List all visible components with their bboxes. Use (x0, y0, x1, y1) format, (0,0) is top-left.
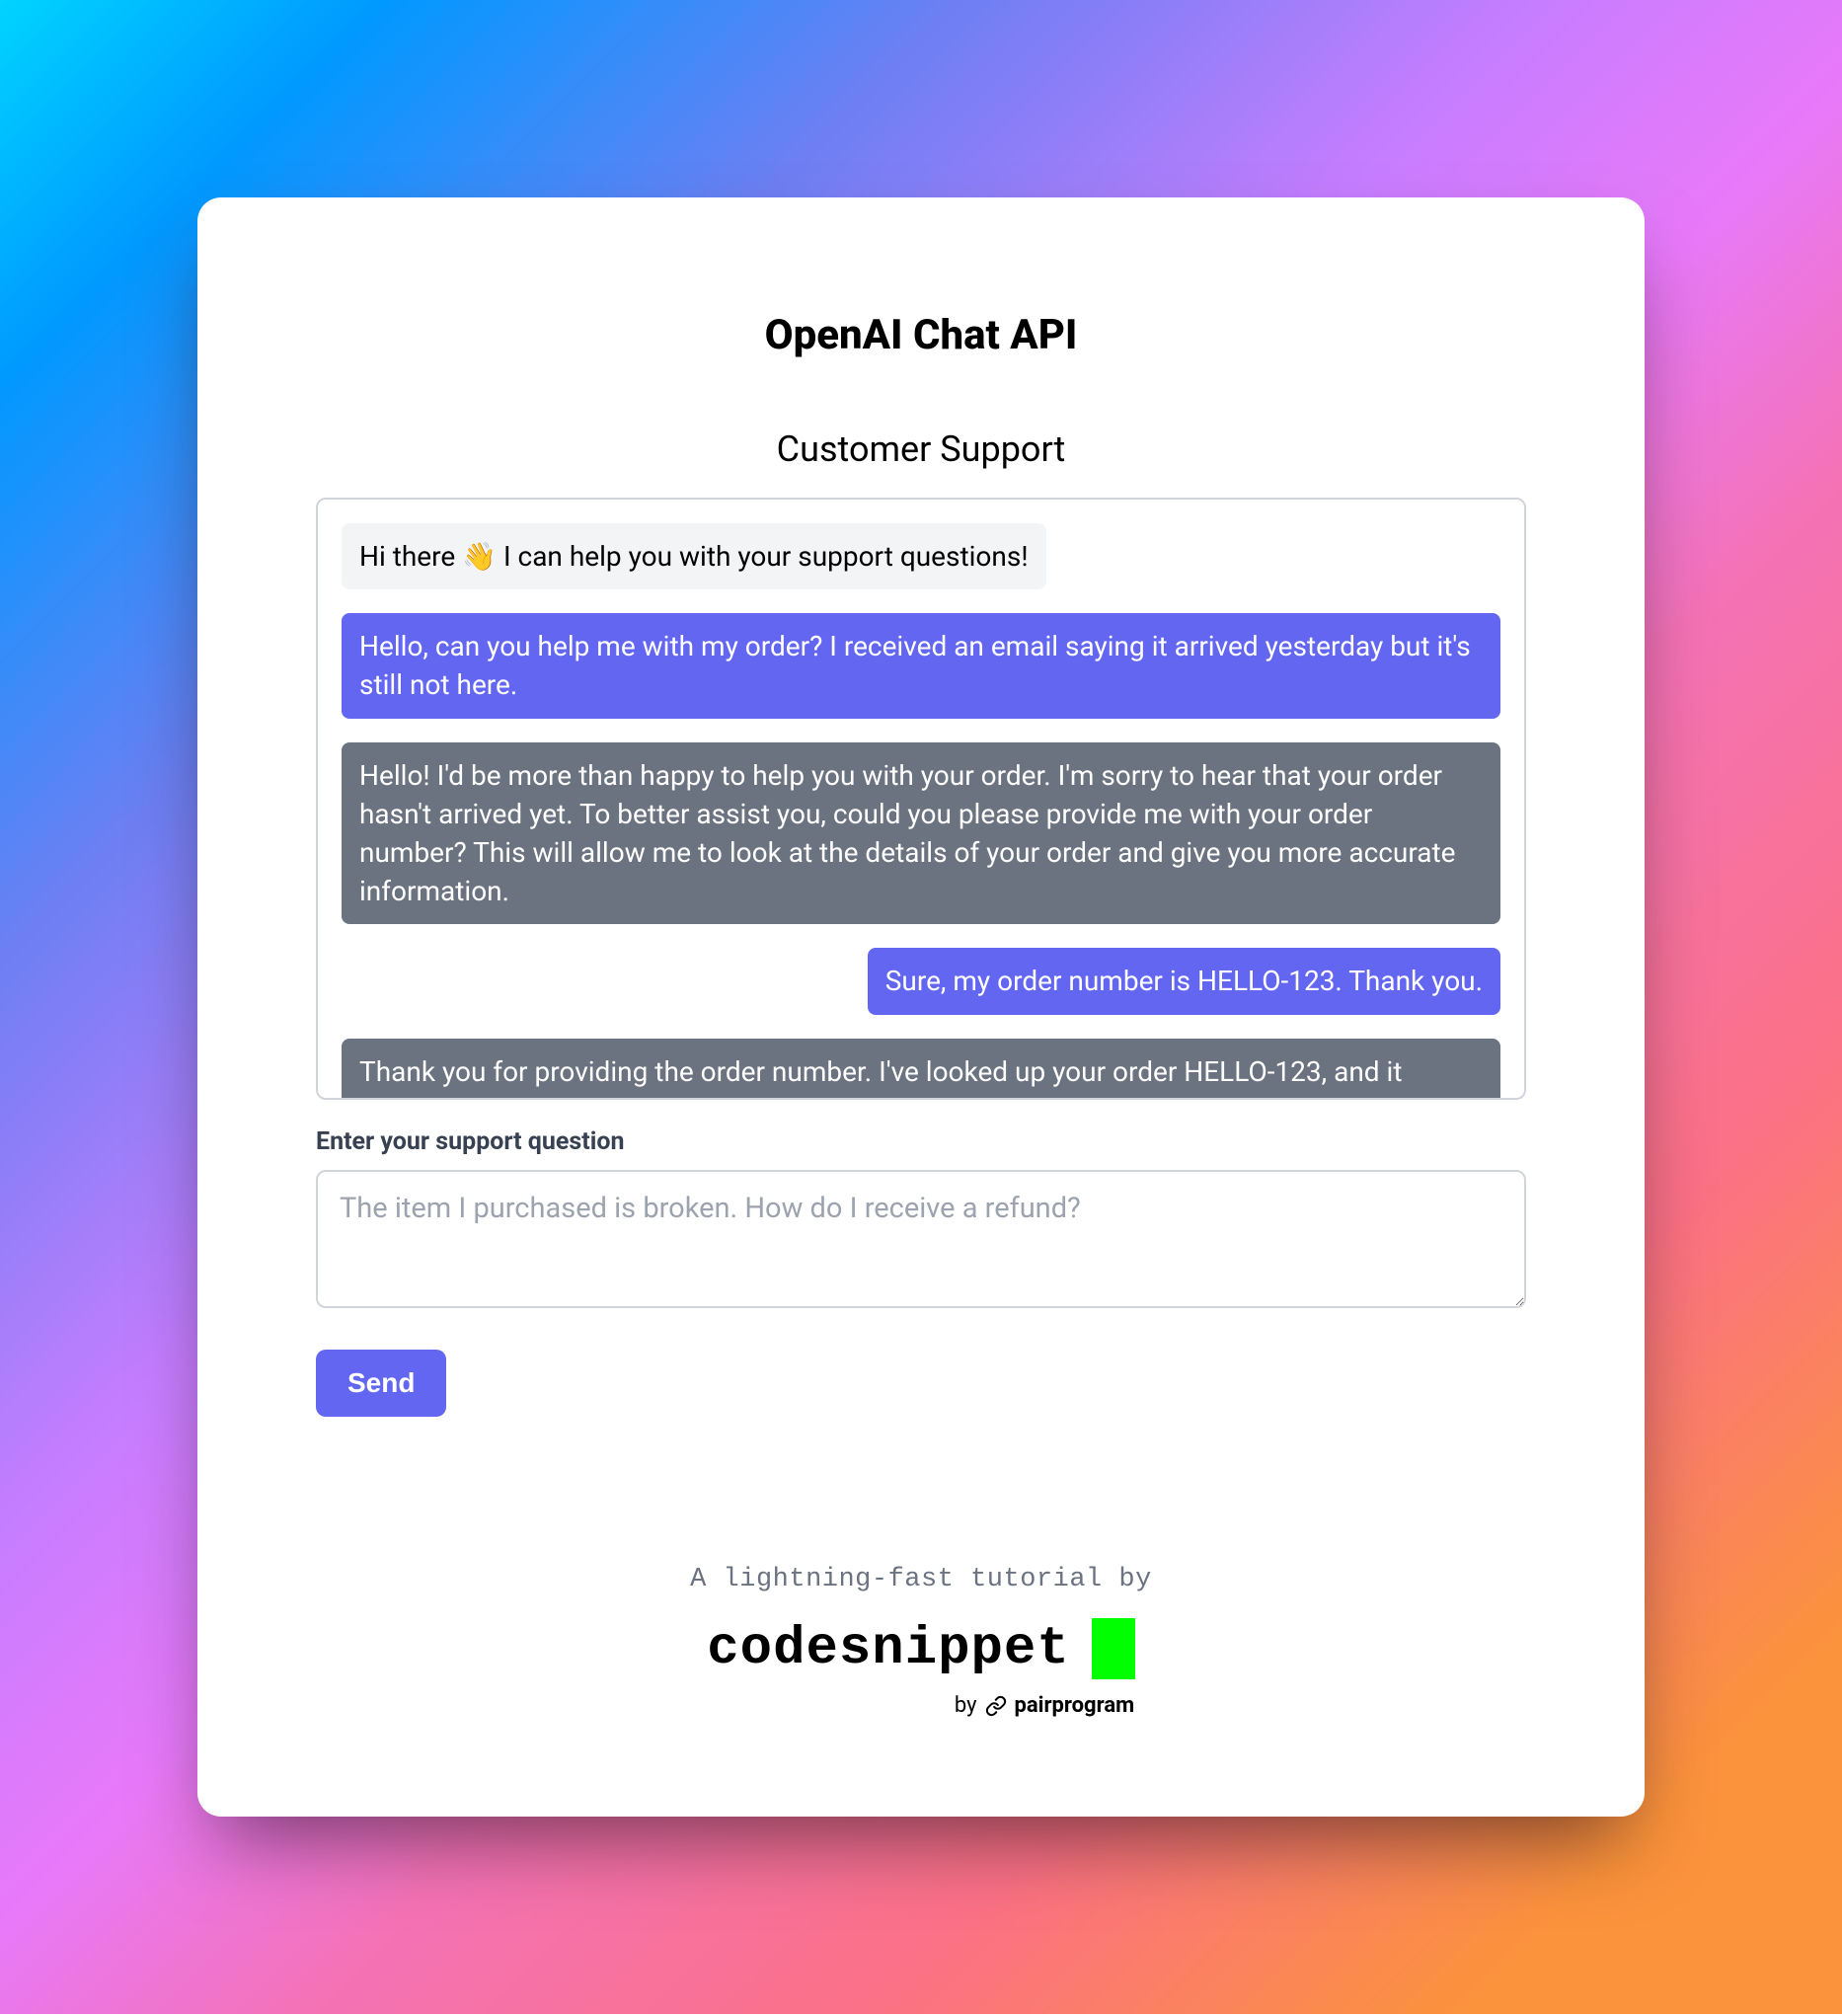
chat-message-system: Hi there 👋 I can help you with your supp… (342, 523, 1046, 589)
chat-message-user: Hello, can you help me with my order? I … (342, 613, 1500, 718)
input-label: Enter your support question (316, 1127, 1526, 1156)
chat-window[interactable]: Hi there 👋 I can help you with your supp… (316, 498, 1526, 1100)
byline-prefix: by (955, 1693, 977, 1718)
chat-subtitle: Customer Support (316, 428, 1526, 470)
footer: A lightning-fast tutorial by codesnippet… (316, 1565, 1526, 1718)
app-card: OpenAI Chat API Customer Support Hi ther… (197, 197, 1645, 1817)
page-title: OpenAI Chat API (316, 311, 1526, 359)
support-question-input[interactable] (316, 1170, 1526, 1308)
cursor-icon (1092, 1618, 1135, 1679)
logo-text: codesnippet (707, 1619, 1069, 1679)
byline-name: pairprogram (1015, 1693, 1135, 1718)
chat-message-assistant: Thank you for providing the order number… (342, 1039, 1500, 1101)
chat-message-user: Sure, my order number is HELLO-123. Than… (868, 948, 1500, 1014)
byline: by pairprogram (316, 1693, 1526, 1718)
link-icon (985, 1695, 1007, 1717)
logo: codesnippet (316, 1618, 1526, 1679)
footer-tagline: A lightning-fast tutorial by (316, 1565, 1526, 1594)
send-button[interactable]: Send (316, 1350, 446, 1417)
chat-message-assistant: Hello! I'd be more than happy to help yo… (342, 742, 1500, 925)
